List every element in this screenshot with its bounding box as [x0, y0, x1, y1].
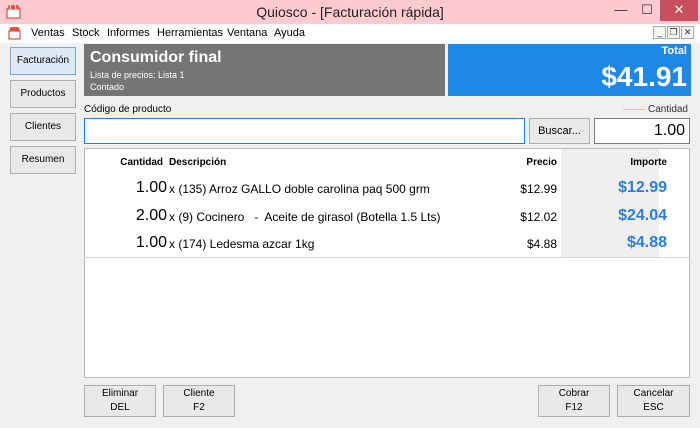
delete-button[interactable]: Eliminar DEL	[84, 385, 156, 417]
sidebar-item-productos[interactable]: Productos	[10, 80, 76, 108]
table-row[interactable]: 2.00 x (9) Cocinero - Aceite de girasol …	[85, 204, 689, 230]
delete-button-key: DEL	[110, 402, 130, 413]
title-bar: Quiosco - [Facturación rápida] — ☐ ✕	[0, 0, 700, 24]
total-value: $41.91	[601, 61, 687, 92]
window-title: Quiosco - [Facturación rápida]	[256, 4, 444, 20]
invoice-grid[interactable]: Cantidad Descripción Precio Importe 1.00…	[84, 148, 690, 378]
menu-bar: Ventas Stock Informes Herramientas Venta…	[0, 24, 700, 43]
client-button-key: F2	[193, 402, 205, 413]
row-quantity: 2.00	[135, 207, 167, 224]
client-button[interactable]: Cliente F2	[163, 385, 235, 417]
header-total[interactable]: Importe	[561, 157, 667, 168]
charge-button[interactable]: Cobrar F12	[538, 385, 610, 417]
row-price: $12.02	[520, 210, 557, 224]
menu-ventas[interactable]: Ventas	[31, 27, 65, 39]
close-button[interactable]: ✕	[660, 0, 698, 21]
sidebar-item-clientes[interactable]: Clientes	[10, 113, 76, 141]
header-price[interactable]: Precio	[495, 157, 557, 168]
sidebar-item-resumen[interactable]: Resumen	[10, 146, 76, 174]
table-row[interactable]: 1.00 x (174) Ledesma azcar 1kg $4.88 $4.…	[85, 231, 689, 257]
mdi-controls: _ ❐ ✕	[652, 26, 694, 39]
menu-stock[interactable]: Stock	[72, 27, 100, 39]
mdi-minimize-button[interactable]: _	[653, 26, 666, 39]
row-quantity: 1.00	[135, 234, 167, 251]
quantity-input[interactable]	[594, 118, 690, 144]
app-menu-icon[interactable]	[8, 26, 21, 40]
cancel-button-key: ESC	[643, 402, 664, 413]
header-quantity[interactable]: Cantidad	[85, 157, 163, 168]
customer-panel[interactable]: Consumidor final Lista de precios: Lista…	[84, 44, 445, 96]
charge-button-label: Cobrar	[558, 388, 590, 399]
delete-button-label: Eliminar	[101, 388, 139, 399]
row-total: $12.99	[618, 179, 667, 196]
header-description[interactable]: Descripción	[169, 157, 226, 168]
row-description: x (135) Arroz GALLO doble carolina paq 5…	[169, 182, 430, 196]
product-code-input[interactable]	[84, 118, 525, 144]
row-total: $4.88	[626, 234, 667, 251]
menu-ventana[interactable]: Ventana	[227, 27, 267, 39]
product-code-label: Código de producto	[84, 104, 172, 115]
payment-method: Contado	[90, 82, 125, 92]
table-row[interactable]: 1.00 x (135) Arroz GALLO doble carolina …	[85, 176, 689, 202]
row-price: $4.88	[526, 237, 557, 251]
row-quantity: 1.00	[135, 179, 167, 196]
grid-divider	[85, 257, 689, 258]
quantity-label-group: Cantidad	[622, 104, 688, 115]
mdi-restore-button[interactable]: ❐	[667, 26, 680, 39]
row-description: x (9) Cocinero - Aceite de girasol (Bote…	[169, 210, 441, 224]
row-total: $24.04	[618, 207, 667, 224]
menu-ayuda[interactable]: Ayuda	[274, 27, 305, 39]
row-description: x (174) Ledesma azcar 1kg	[169, 237, 315, 251]
quantity-label: Cantidad	[647, 104, 688, 115]
cancel-button[interactable]: Cancelar ESC	[617, 385, 690, 417]
menu-herramientas[interactable]: Herramientas	[157, 27, 223, 39]
quantity-label-line	[622, 108, 645, 110]
price-list: Lista de precios: Lista 1	[90, 70, 185, 80]
sidebar-item-facturacion[interactable]: Facturación	[10, 47, 76, 75]
total-panel: Total $41.91	[448, 44, 691, 96]
customer-name: Consumidor final	[90, 49, 222, 66]
cancel-button-label: Cancelar	[633, 388, 674, 399]
maximize-button[interactable]: ☐	[634, 0, 660, 21]
charge-button-key: F12	[565, 402, 583, 413]
total-label: Total	[661, 45, 687, 57]
row-price: $12.99	[520, 182, 557, 196]
minimize-button[interactable]: —	[608, 0, 634, 21]
mdi-close-button[interactable]: ✕	[681, 26, 694, 39]
search-button[interactable]: Buscar...	[529, 118, 590, 144]
client-button-label: Cliente	[183, 388, 215, 399]
menu-informes[interactable]: Informes	[107, 27, 150, 39]
